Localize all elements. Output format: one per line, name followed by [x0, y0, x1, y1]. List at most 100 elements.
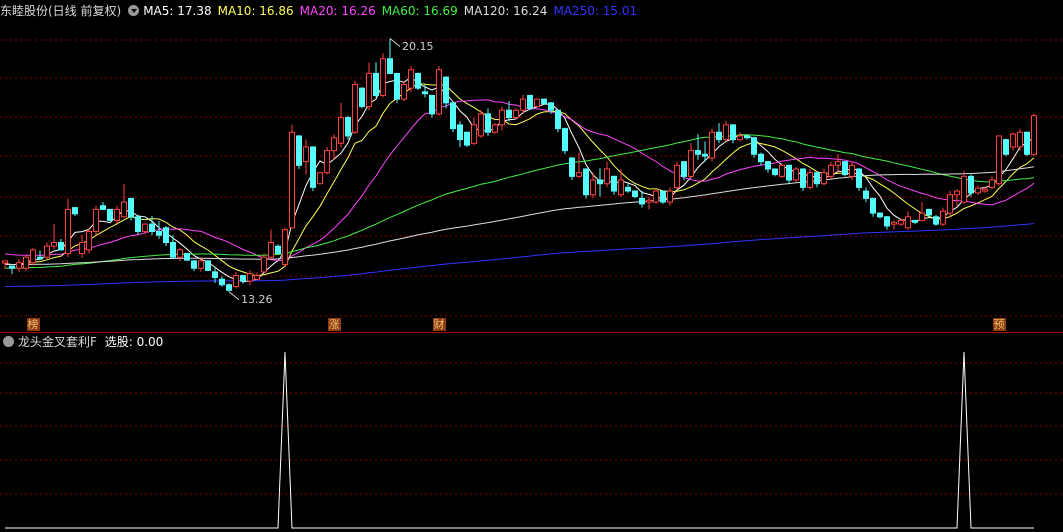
- candle-body: [527, 95, 533, 109]
- indicator-field: 选股: 0.00: [104, 335, 164, 349]
- candle-115: [807, 169, 813, 190]
- candle-43: [303, 139, 309, 175]
- candle-body: [268, 242, 274, 258]
- candle-body: [674, 164, 680, 188]
- candle-body: [849, 164, 855, 177]
- candle-86: [604, 161, 610, 188]
- ma5-line: [4, 76, 1035, 283]
- candle-109: [765, 160, 771, 173]
- candle-3: [23, 255, 29, 271]
- candle-127: [891, 220, 897, 230]
- candle-body: [730, 124, 736, 141]
- event-badge-2[interactable]: 财: [432, 318, 446, 331]
- candle-26: [184, 252, 190, 261]
- candle-body: [709, 131, 715, 159]
- candle-35: [247, 270, 253, 286]
- candle-body: [9, 265, 15, 269]
- candle-body: [401, 83, 407, 100]
- candle-2: [16, 259, 22, 272]
- event-badge-0[interactable]: 榜: [26, 318, 40, 331]
- candle-body: [961, 175, 967, 203]
- candle-body: [506, 109, 512, 119]
- candle-51: [359, 87, 365, 109]
- candle-body: [716, 131, 722, 141]
- candle-54: [380, 53, 386, 98]
- candle-131: [919, 202, 925, 222]
- candle-103: [723, 121, 729, 142]
- dropdown-icon[interactable]: [128, 5, 140, 16]
- candle-body: [184, 253, 190, 261]
- candle-body: [149, 223, 155, 232]
- candle-body: [163, 227, 169, 244]
- candle-body: [303, 146, 309, 163]
- candle-101: [709, 128, 715, 162]
- candle-body: [121, 201, 127, 218]
- candle-body: [324, 150, 330, 174]
- candle-body: [835, 161, 841, 166]
- candle-129: [905, 211, 911, 230]
- candle-49: [345, 115, 351, 140]
- candle-body: [352, 83, 358, 133]
- moving-average-lines: [4, 76, 1035, 287]
- candle-body: [65, 208, 71, 255]
- candle-116: [814, 171, 820, 188]
- candle-body: [79, 242, 85, 255]
- candle-15: [107, 208, 113, 222]
- candle-143: [1003, 138, 1009, 157]
- candle-67: [471, 117, 477, 146]
- candle-12: [86, 227, 92, 254]
- candle-125: [877, 212, 883, 219]
- candle-19: [135, 214, 141, 236]
- candle-body: [135, 216, 141, 232]
- candle-body: [793, 168, 799, 181]
- candle-118: [828, 161, 834, 179]
- candle-body: [562, 128, 568, 152]
- candle-body: [891, 221, 897, 225]
- candle-45: [317, 171, 323, 185]
- candle-75: [527, 94, 533, 111]
- candle-body: [912, 219, 918, 223]
- candle-body: [1024, 131, 1030, 155]
- low-price-label: 13.26: [241, 292, 273, 306]
- candle-body: [240, 275, 246, 282]
- indicator-dropdown-icon[interactable]: [3, 336, 14, 347]
- candle-body: [191, 260, 197, 269]
- candle-111: [779, 163, 785, 179]
- candle-87: [611, 175, 617, 195]
- candle-body: [520, 98, 526, 111]
- candle-body: [226, 284, 232, 291]
- candle-40: [282, 227, 288, 267]
- candle-body: [968, 175, 974, 194]
- candle-27: [191, 260, 197, 272]
- candle-body: [653, 190, 659, 203]
- candle-80: [562, 127, 568, 155]
- candle-29: [205, 260, 211, 272]
- candle-body: [1010, 133, 1016, 148]
- event-badge-3[interactable]: 预: [992, 318, 1006, 331]
- candle-95: [667, 187, 673, 206]
- candle-body: [772, 168, 778, 176]
- candle-body: [100, 205, 106, 210]
- candle-body: [1017, 131, 1023, 148]
- ma-legend-ma60: MA60: 16.69: [381, 4, 458, 18]
- candle-body: [576, 172, 582, 177]
- candle-89: [625, 183, 631, 193]
- ma-list: MA5: 17.38 MA10: 16.86 MA20: 16.26 MA60: 16…: [143, 4, 643, 18]
- candle-body: [583, 168, 589, 196]
- candle-85: [597, 168, 603, 197]
- candle-56: [394, 72, 400, 103]
- indicator-legend: 龙头金叉套利F 选股: 0.00: [0, 333, 163, 351]
- candle-body: [37, 256, 43, 260]
- candle-39: [275, 244, 281, 255]
- candle-body: [660, 190, 666, 203]
- candle-64: [450, 102, 456, 133]
- event-badge-1[interactable]: 涨: [327, 318, 341, 331]
- candle-32: [226, 283, 232, 292]
- candle-body: [534, 98, 540, 108]
- candle-body: [723, 124, 729, 141]
- candle-body: [338, 117, 344, 144]
- candle-130: [912, 219, 918, 225]
- candle-body: [373, 72, 379, 96]
- candle-144: [1010, 132, 1016, 151]
- candle-145: [1017, 128, 1023, 151]
